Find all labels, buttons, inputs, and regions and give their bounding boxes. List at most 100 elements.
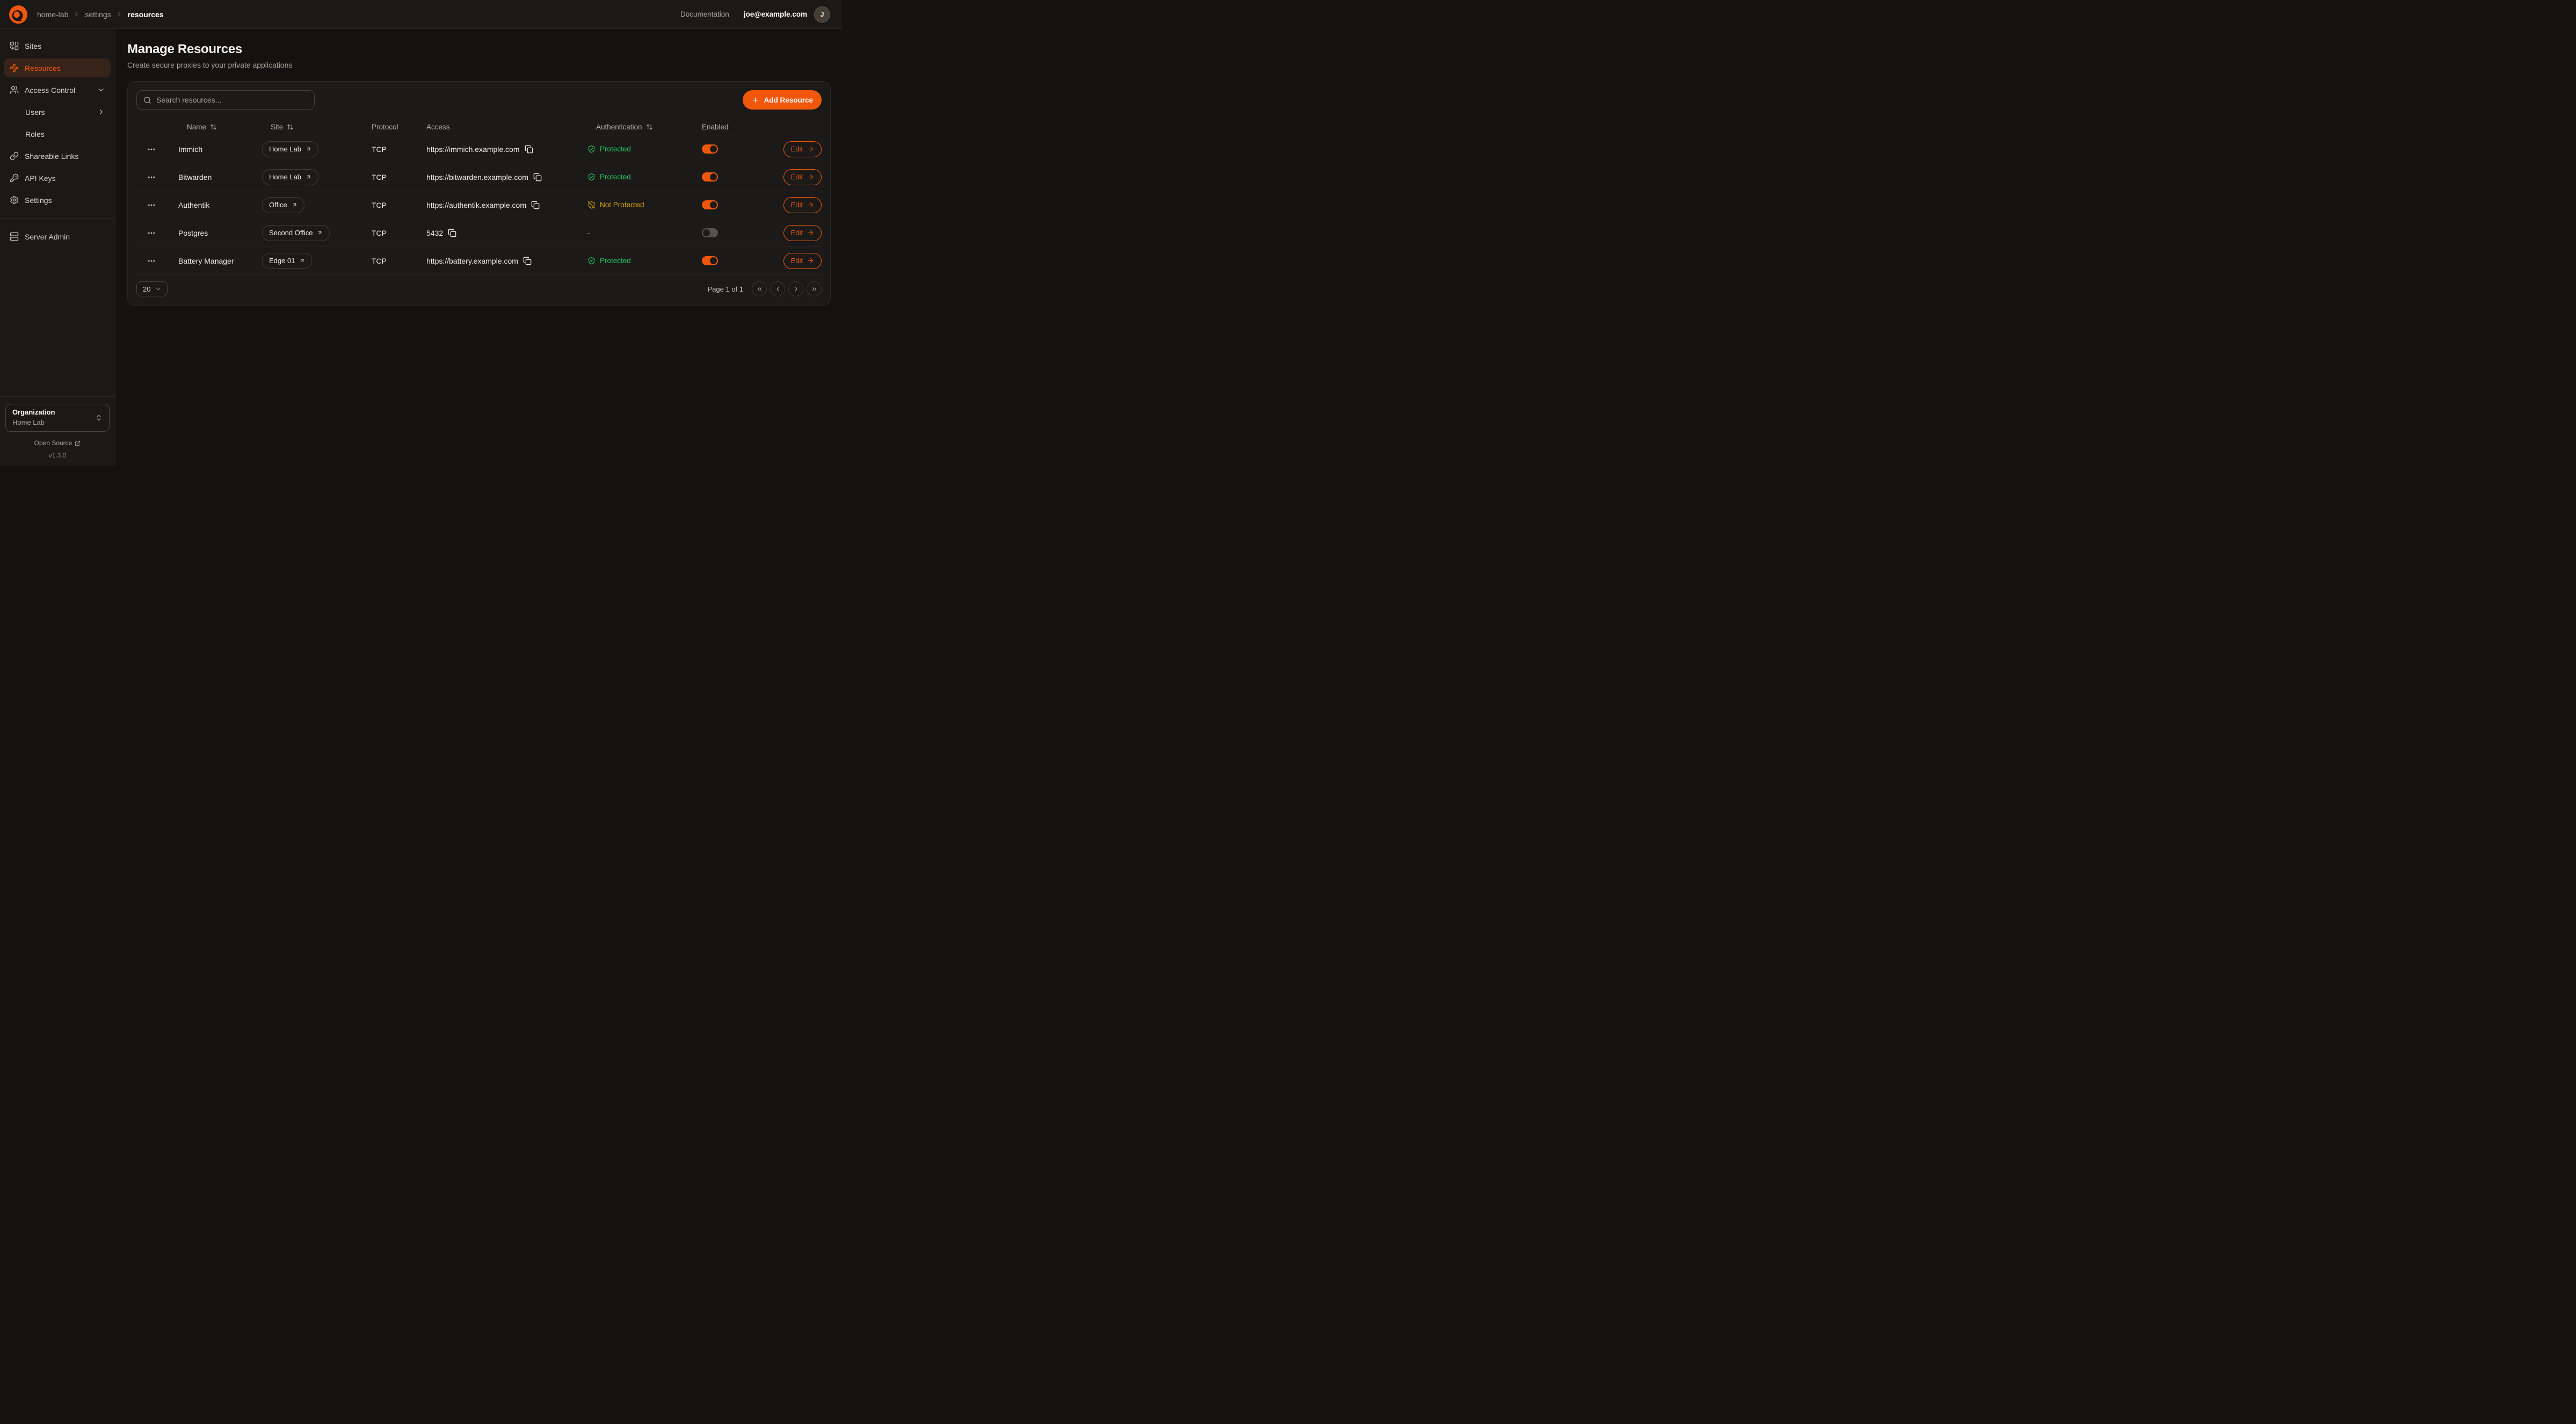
arrow-up-right-icon (306, 174, 311, 180)
row-actions-button[interactable] (144, 142, 158, 156)
sidebar: Sites Resources Access Control Users Rol… (0, 29, 115, 466)
open-source-label: Open Source (34, 439, 72, 447)
site-link[interactable]: Edge 01 (262, 253, 312, 269)
arrow-up-right-icon (292, 202, 297, 208)
header-authentication[interactable]: Authentication (576, 123, 690, 131)
documentation-link[interactable]: Documentation (680, 10, 729, 18)
edit-button[interactable]: Edit (783, 169, 822, 185)
sidebar-item-server-admin[interactable]: Server Admin (4, 227, 111, 246)
header-name[interactable]: Name (166, 123, 250, 131)
edit-button[interactable]: Edit (783, 141, 822, 157)
page-title: Manage Resources (127, 42, 831, 57)
row-actions-button[interactable] (144, 198, 158, 212)
settings-icon (10, 195, 19, 205)
org-selector-label: Organization (12, 408, 55, 418)
ellipsis-icon (147, 173, 156, 181)
resource-access: 5432 (426, 229, 443, 237)
search-box (136, 90, 315, 110)
sort-icon[interactable] (210, 123, 217, 130)
sort-icon[interactable] (646, 123, 653, 130)
edit-button[interactable]: Edit (783, 225, 822, 241)
edit-button[interactable]: Edit (783, 253, 822, 269)
sidebar-item-access-control[interactable]: Access Control (4, 81, 111, 99)
copy-icon[interactable] (525, 145, 533, 154)
open-source-link[interactable]: Open Source (5, 439, 110, 447)
auth-status-badge: Protected (587, 257, 631, 265)
search-input[interactable] (156, 96, 308, 104)
first-page-button[interactable] (752, 281, 767, 296)
page-size-select[interactable]: 20 (136, 281, 168, 296)
copy-icon[interactable] (448, 229, 456, 237)
avatar[interactable]: J (814, 6, 830, 23)
arrow-right-icon (807, 229, 814, 236)
chevron-down-icon[interactable] (97, 86, 105, 94)
sidebar-item-settings[interactable]: Settings (4, 191, 111, 209)
sidebar-item-users[interactable]: Users (4, 103, 111, 121)
server-admin-icon (10, 232, 19, 241)
resource-protocol: TCP (360, 257, 415, 265)
site-link[interactable]: Second Office (262, 225, 330, 241)
sidebar-item-api-keys[interactable]: API Keys (4, 169, 111, 187)
auth-status-badge: Protected (587, 145, 631, 153)
row-actions-button[interactable] (144, 226, 158, 240)
copy-icon[interactable] (531, 201, 540, 209)
resource-protocol: TCP (360, 173, 415, 181)
arrow-up-right-icon (299, 258, 305, 264)
previous-page-button[interactable] (770, 281, 785, 296)
breadcrumb-resources[interactable]: resources (128, 10, 164, 19)
chevron-right-icon[interactable] (97, 108, 105, 116)
copy-icon[interactable] (533, 173, 542, 181)
edit-button[interactable]: Edit (783, 197, 822, 213)
table-body: Immich Home Lab TCP https://immich.examp… (136, 135, 822, 275)
sidebar-bottom: Organization Home Lab Open Source v1.3.0 (0, 396, 115, 466)
next-page-button[interactable] (788, 281, 803, 296)
sidebar-item-sites[interactable]: Sites (4, 37, 111, 55)
enabled-toggle[interactable] (702, 200, 718, 209)
arrow-up-right-icon (317, 230, 323, 236)
sidebar-nav: Sites Resources Access Control Users Rol… (0, 29, 115, 246)
org-selector-value: Home Lab (12, 418, 55, 428)
table-row: Postgres Second Office TCP 5432 - Edit (136, 219, 822, 247)
sort-icon[interactable] (287, 123, 294, 130)
last-page-button[interactable] (807, 281, 822, 296)
org-selector[interactable]: Organization Home Lab (5, 404, 110, 432)
auth-status-badge: Protected (587, 173, 631, 181)
site-link[interactable]: Home Lab (262, 169, 318, 185)
site-link[interactable]: Office (262, 197, 304, 213)
sidebar-item-shareable-links[interactable]: Shareable Links (4, 147, 111, 165)
row-actions-button[interactable] (144, 170, 158, 184)
row-actions-button[interactable] (144, 254, 158, 268)
table-row: Bitwarden Home Lab TCP https://bitwarden… (136, 163, 822, 191)
breadcrumb-org[interactable]: home-lab (37, 10, 68, 19)
resource-protocol: TCP (360, 201, 415, 209)
resource-access: https://immich.example.com (426, 145, 520, 154)
user-email[interactable]: joe@example.com (744, 10, 807, 18)
breadcrumb-settings[interactable]: settings (85, 10, 111, 19)
site-link[interactable]: Home Lab (262, 141, 318, 157)
arrow-right-icon (807, 146, 814, 152)
chevrons-up-down-icon (95, 414, 103, 422)
api-keys-icon (10, 173, 19, 183)
resource-name: Bitwarden (166, 173, 250, 181)
enabled-toggle[interactable] (702, 228, 718, 237)
sidebar-item-label: Resources (25, 64, 61, 72)
plus-icon (751, 96, 759, 104)
enabled-toggle[interactable] (702, 144, 718, 154)
shield-check-icon (587, 173, 596, 181)
add-resource-button[interactable]: Add Resource (743, 90, 822, 110)
page-subtitle: Create secure proxies to your private ap… (127, 61, 831, 69)
sidebar-item-roles[interactable]: Roles (4, 125, 111, 143)
chevron-right-icon (116, 11, 123, 18)
enabled-toggle[interactable] (702, 172, 718, 181)
copy-icon[interactable] (523, 257, 532, 265)
breadcrumb: home-lab settings resources (37, 10, 164, 19)
sidebar-item-label: Server Admin (25, 233, 70, 241)
shareable-links-icon (10, 151, 19, 161)
table-row: Immich Home Lab TCP https://immich.examp… (136, 135, 822, 163)
sidebar-item-resources[interactable]: Resources (4, 59, 111, 77)
main-content: Manage Resources Create secure proxies t… (115, 29, 842, 466)
resource-access: https://battery.example.com (426, 257, 518, 265)
arrow-right-icon (807, 173, 814, 180)
header-site[interactable]: Site (250, 123, 360, 131)
enabled-toggle[interactable] (702, 256, 718, 265)
